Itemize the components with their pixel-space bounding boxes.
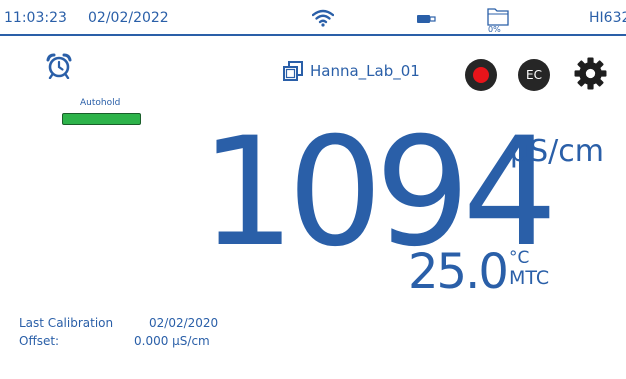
temperature-mode: MTC: [509, 267, 550, 289]
temperature-value: 25.0: [408, 244, 509, 300]
lab-selector[interactable]: Hanna_Lab_01: [283, 59, 420, 83]
offset-label: Offset:: [19, 334, 60, 348]
temperature-unit: °C: [509, 248, 530, 268]
measurement-unit: µS/cm: [510, 134, 604, 169]
clock-time: 11:03:23: [4, 10, 67, 26]
record-button[interactable]: [465, 59, 497, 91]
offset-value: 0.000 µS/cm: [134, 334, 210, 348]
autohold-indicator: [62, 113, 141, 125]
last-calibration-value: 02/02/2020: [149, 316, 219, 330]
status-bar: 11:03:23 02/02/2022 0% HI6321: [0, 0, 626, 36]
gear-icon[interactable]: [574, 57, 607, 90]
model-name: HI6321: [589, 10, 626, 26]
status-date: 02/02/2022: [88, 10, 169, 26]
wifi-icon: [312, 9, 334, 27]
meter-screen: 11:03:23 02/02/2022 0% HI6321: [0, 0, 626, 379]
autohold-label: Autohold: [80, 98, 121, 108]
record-icon: [473, 67, 489, 83]
last-calibration-label: Last Calibration: [19, 316, 114, 330]
folder-icon[interactable]: [487, 6, 509, 26]
lab-name: Hanna_Lab_01: [310, 62, 420, 80]
usb-icon: [417, 15, 436, 23]
storage-percent: 0%: [488, 25, 501, 34]
copy-icon: [283, 61, 303, 81]
alarm-clock-icon[interactable]: [46, 53, 72, 79]
mode-ec-button[interactable]: EC: [518, 59, 550, 91]
